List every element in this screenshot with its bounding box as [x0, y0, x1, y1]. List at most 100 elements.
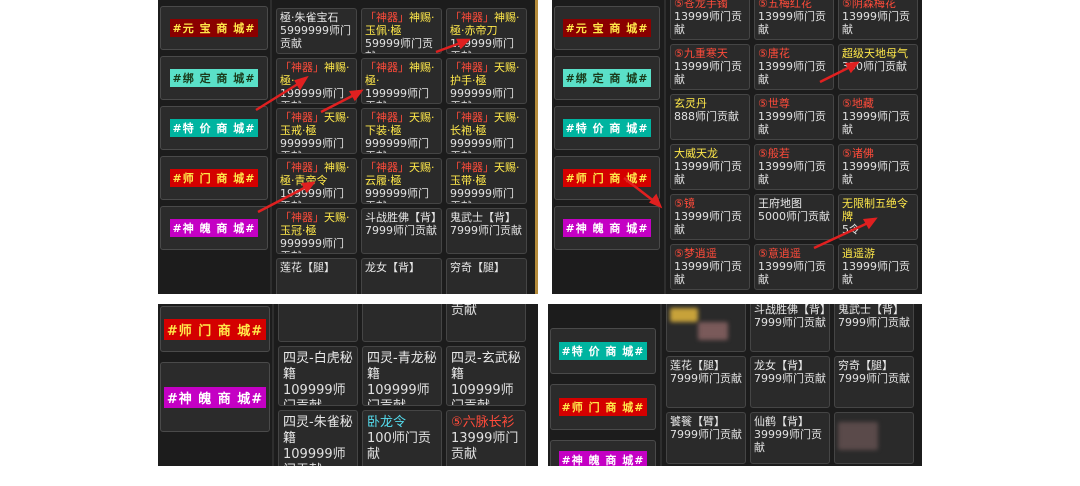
tab-bound-shop[interactable]: #绑 定 商 城# [160, 56, 268, 100]
shop-tab-rail: #元 宝 商 城# #绑 定 商 城# #特 价 商 城# #师 门 商 城# … [158, 0, 272, 294]
tab-sect-shop[interactable]: #师 门 商 城# [550, 384, 656, 430]
shop-item-cell[interactable]: 玄灵丹 888师门贡献 [670, 94, 750, 140]
shop-item-cell[interactable]: 穷奇【腿】 7999师门贡献 [834, 356, 914, 408]
shop-item-cell[interactable]: 「神器」神赐·極·199999师门贡献 [361, 58, 442, 104]
item-price: 7999师门贡献 [754, 316, 826, 329]
shop-item-cell[interactable]: ⑤唐花 13999师门贡献 [754, 44, 834, 90]
shop-item-cell[interactable]: 「神器」天赐·护手·極999999师门贡献 [446, 58, 527, 104]
shop-item-cell[interactable]: 无限制五绝令牌 5令 [838, 194, 918, 240]
tab-label: #师 门 商 城# [163, 318, 267, 340]
item-price: 199999师门贡献 [365, 87, 429, 103]
shop-item-cell[interactable]: 仙鹤【背】 39999师门贡献 [750, 412, 830, 464]
shop-item-cell[interactable]: 斗战胜佛【背】 7999师门贡献 [361, 208, 442, 254]
shop-item-cell[interactable]: 「神器」天赐·下装·極999999师门贡献 [361, 108, 442, 154]
item-name: 四灵-朱雀秘籍 [283, 415, 353, 446]
shop-item-cell[interactable]: ⑤意逍遥 13999师门贡献 [754, 244, 834, 290]
shop-item-cell[interactable]: 鬼武士【背】 7999师门贡献 [446, 208, 527, 254]
shop-item-cell[interactable]: 卧龙令 100师门贡献 [362, 410, 442, 466]
shop-item-cell[interactable]: 「神器」神赐·極·赤帝刀199999师门贡献 [446, 8, 527, 54]
shop-item-cell[interactable]: 龙女【背】 7999师门贡献 [750, 356, 830, 408]
tab-bound-shop[interactable]: #绑 定 商 城# [554, 56, 660, 100]
shop-item-cell[interactable]: 饕餮【臂】 7999师门贡献 [666, 412, 746, 464]
item-price: 109999师门贡献 [283, 383, 346, 405]
tab-discount-shop[interactable]: #特 价 商 城# [160, 106, 268, 150]
item-name: ⑤九重寒天 [674, 47, 728, 60]
tab-discount-shop[interactable]: #特 价 商 城# [554, 106, 660, 150]
tab-soul-shop[interactable]: #神 魄 商 城# [554, 206, 660, 250]
shop-item-cell[interactable]: 龙女【背】 [361, 258, 442, 294]
shop-item-cell[interactable]: 四灵-朱雀秘籍109999师门贡献 [278, 410, 358, 466]
shop-item-cell[interactable]: ⑤诸佛 13999师门贡献 [838, 144, 918, 190]
blurred-item-icon [698, 322, 728, 340]
item-name: ⑤梦逍遥 [674, 247, 717, 260]
item-name: 鬼武士【背】 [450, 211, 516, 224]
tab-label: #师 门 商 城# [169, 169, 259, 187]
tab-soul-shop[interactable]: #神 魄 商 城# [550, 440, 656, 466]
item-name: ⑤诸佛 [842, 147, 874, 160]
shop-item-cell[interactable]: 穷奇【腿】 [446, 258, 527, 294]
shop-item-cell[interactable]: 超级天地母气 350师门贡献 [838, 44, 918, 90]
shop-item-cell[interactable]: 斗战胜佛【背】 7999师门贡献 [750, 304, 830, 352]
tab-sect-shop[interactable]: #师 门 商 城# [554, 156, 660, 200]
shop-item-cell[interactable]: 献 [362, 304, 442, 342]
tab-label: #师 门 商 城# [562, 169, 652, 187]
shop-item-cell[interactable]: 13999师门贡献 [446, 304, 526, 342]
tab-sect-shop[interactable]: #师 门 商 城# [160, 156, 268, 200]
shop-item-cell[interactable]: 四灵-玄武秘籍109999师门贡献 [446, 346, 526, 406]
blurred-item-icon [838, 422, 878, 450]
item-price: 7999师门贡献 [838, 316, 910, 329]
item-name: ⑤唐花 [758, 47, 790, 60]
shop-item-cell[interactable]: 「神器」天赐·云履·極999999师门贡献 [361, 158, 442, 204]
shop-item-cell[interactable]: 「神器」神赐·極·199999师门贡献 [276, 58, 357, 104]
item-name: 「神器」神赐·極·青帝令 [280, 161, 350, 187]
shop-item-cell[interactable]: ⑤般若 13999师门贡献 [754, 144, 834, 190]
item-name: 超级天地母气 [842, 47, 908, 60]
shop-item-cell[interactable]: 鬼武士【背】 7999师门贡献 [834, 304, 914, 352]
shop-item-cell[interactable]: 四灵-白虎秘籍109999师门贡献 [278, 346, 358, 406]
shop-item-cell[interactable]: 「神器」天赐·长袍·極999999师门贡献 [446, 108, 527, 154]
tab-yuanbao-shop[interactable]: #元 宝 商 城# [554, 6, 660, 50]
shop-item-cell[interactable]: 大威天龙 13999师门贡献 [670, 144, 750, 190]
shop-item-cell[interactable]: ⑤梦逍遥 13999师门贡献 [670, 244, 750, 290]
shop-item-cell[interactable]: 莲花【腿】 7999师门贡献 [666, 356, 746, 408]
shop-item-cell[interactable]: 逍遥游 13999师门贡献 [838, 244, 918, 290]
item-price: 199999师门贡献 [280, 87, 344, 103]
shop-item-cell[interactable]: 莲花【腿】 [276, 258, 357, 294]
tab-soul-shop[interactable]: #神 魄 商 城# [160, 362, 270, 432]
tab-soul-shop[interactable]: #神 魄 商 城# [160, 206, 268, 250]
tab-label: #绑 定 商 城# [562, 69, 652, 87]
shop-item-cell[interactable]: 「神器」神赐·玉佩·極59999师门贡献 [361, 8, 442, 54]
shop-item-cell[interactable]: 四灵-青龙秘籍109999师门贡献 [362, 346, 442, 406]
shop-item-cell[interactable]: 「神器」天赐·玉冠·極999999师门贡献 [276, 208, 357, 254]
shop-item-cell[interactable]: 「神器」神赐·極·青帝令199999师门贡献 [276, 158, 357, 204]
tab-discount-shop[interactable]: #特 价 商 城# [550, 328, 656, 374]
blurred-item-icon [670, 308, 698, 322]
item-price: 7999师门贡献 [670, 428, 742, 441]
shop-item-cell[interactable]: ⑤世尊 13999师门贡献 [754, 94, 834, 140]
item-price: 13999师门贡献 [674, 10, 742, 36]
shop-item-cell[interactable]: 献 [278, 304, 358, 342]
tab-yuanbao-shop[interactable]: #元 宝 商 城# [160, 6, 268, 50]
shop-tab-rail: #师 门 商 城# #神 魄 商 城# [158, 304, 274, 466]
shop-item-cell[interactable]: ⑤阴森梅花 13999师门贡献 [838, 0, 918, 40]
shop-item-cell[interactable]: ⑤地藏 13999师门贡献 [838, 94, 918, 140]
item-price: 109999师门贡献 [367, 383, 430, 405]
item-name: 斗战胜佛【背】 [754, 304, 830, 316]
shop-item-cell[interactable]: ⑤镜 13999师门贡献 [670, 194, 750, 240]
tab-sect-shop[interactable]: #师 门 商 城# [160, 306, 270, 352]
item-price: 999999师门贡献 [365, 187, 429, 203]
shop-panel-top-right: #元 宝 商 城# #绑 定 商 城# #特 价 商 城# #师 门 商 城# … [552, 0, 922, 294]
shop-item-cell[interactable]: 極·朱雀宝石 5999999师门贡献 [276, 8, 357, 54]
shop-item-cell[interactable]: ⑤九重寒天 13999师门贡献 [670, 44, 750, 90]
item-name: ⑤地藏 [842, 97, 874, 110]
tab-label: #神 魄 商 城# [558, 451, 648, 466]
item-price: 5000师门贡献 [758, 210, 830, 223]
shop-item-cell[interactable]: 「神器」天赐·玉戒·極999999师门贡献 [276, 108, 357, 154]
item-name: 鬼武士【背】 [838, 304, 904, 316]
shop-item-cell[interactable]: ⑤五梅红花 13999师门贡献 [754, 0, 834, 40]
shop-item-cell[interactable]: 「神器」天赐·玉带·極999999师门贡献 [446, 158, 527, 204]
shop-item-cell[interactable]: ⑤六脉长衫 13999师门贡献 [446, 410, 526, 466]
shop-item-cell[interactable]: ⑤苍龙手镯 13999师门贡献 [670, 0, 750, 40]
item-price: 13999师门贡献 [842, 160, 910, 186]
shop-item-cell[interactable]: 王府地图 5000师门贡献 [754, 194, 834, 240]
